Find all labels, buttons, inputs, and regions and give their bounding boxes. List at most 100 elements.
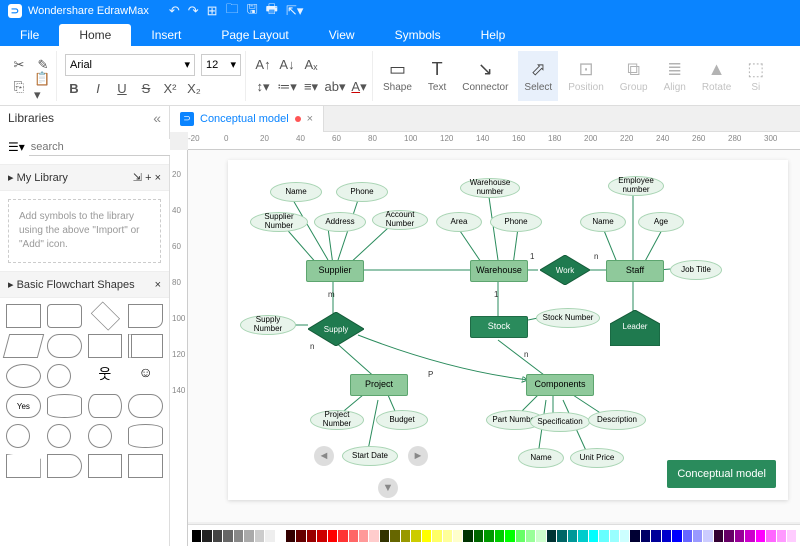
attr-employee-number[interactable]: Employee number: [608, 176, 664, 196]
color-swatch[interactable]: [359, 530, 368, 542]
color-swatch[interactable]: [568, 530, 577, 542]
subscript-icon[interactable]: X₂: [185, 80, 203, 98]
color-swatch[interactable]: [422, 530, 431, 542]
size-button[interactable]: ⬚Si: [741, 51, 770, 101]
attr-phone[interactable]: Phone: [336, 182, 388, 202]
shape-db[interactable]: [128, 424, 163, 448]
color-swatch[interactable]: [693, 530, 702, 542]
attr-specification[interactable]: Specification: [530, 412, 590, 432]
attr-supply-number[interactable]: Supply Number: [240, 315, 296, 335]
shape-term[interactable]: [128, 394, 163, 418]
attr-budget[interactable]: Budget: [376, 410, 428, 430]
color-swatch[interactable]: [651, 530, 660, 542]
tab-view[interactable]: View: [309, 24, 375, 46]
color-swatch[interactable]: [234, 530, 243, 542]
shape-rounded[interactable]: [47, 304, 82, 328]
shape-para[interactable]: [3, 334, 44, 358]
color-swatch[interactable]: [265, 530, 274, 542]
select-button[interactable]: ⬀Select: [518, 51, 558, 101]
flowchart-shapes-section[interactable]: ▸ Basic Flowchart Shapes ×: [0, 271, 169, 298]
tab-symbols[interactable]: Symbols: [375, 24, 461, 46]
increase-font-icon[interactable]: A↑: [254, 56, 272, 74]
color-swatch[interactable]: [495, 530, 504, 542]
color-swatch[interactable]: [411, 530, 420, 542]
color-swatch[interactable]: [599, 530, 608, 542]
color-swatch[interactable]: [296, 530, 305, 542]
color-swatch[interactable]: [369, 530, 378, 542]
color-swatch[interactable]: [255, 530, 264, 542]
rotate-button[interactable]: ▲Rotate: [696, 51, 737, 101]
shape-delay[interactable]: [47, 454, 82, 478]
new-icon[interactable]: ⊞: [207, 3, 218, 19]
shape-rect[interactable]: [6, 304, 41, 328]
color-swatch[interactable]: [443, 530, 452, 542]
color-swatch[interactable]: [610, 530, 619, 542]
font-select[interactable]: Arial▾: [65, 54, 195, 76]
color-swatch[interactable]: [536, 530, 545, 542]
color-swatch[interactable]: [505, 530, 514, 542]
shape-conn[interactable]: [6, 424, 30, 448]
color-swatch[interactable]: [328, 530, 337, 542]
color-swatch[interactable]: [662, 530, 671, 542]
color-swatch[interactable]: [777, 530, 786, 542]
canvas[interactable]: Name Phone Supplier Number Address Accou…: [188, 150, 800, 522]
entity-project[interactable]: Project: [350, 374, 408, 396]
color-swatch[interactable]: [202, 530, 211, 542]
filter-icon[interactable]: ☰▾: [8, 140, 25, 154]
color-swatch[interactable]: [453, 530, 462, 542]
nav-down-icon[interactable]: ▼: [378, 478, 398, 498]
tab-page-layout[interactable]: Page Layout: [201, 24, 308, 46]
color-swatch[interactable]: [474, 530, 483, 542]
color-swatch[interactable]: [244, 530, 253, 542]
color-swatch[interactable]: [620, 530, 629, 542]
add-icon[interactable]: +: [145, 172, 151, 184]
color-swatch[interactable]: [724, 530, 733, 542]
attr-project-number[interactable]: Project Number: [310, 410, 364, 430]
shape-ellipse[interactable]: [6, 364, 41, 388]
tab-home[interactable]: Home: [59, 24, 131, 46]
group-button[interactable]: ⧉Group: [614, 51, 654, 101]
underline-icon[interactable]: U: [113, 80, 131, 98]
nav-next-icon[interactable]: ►: [408, 446, 428, 466]
color-swatch[interactable]: [703, 530, 712, 542]
color-swatch[interactable]: [484, 530, 493, 542]
cut-icon[interactable]: ✂: [10, 56, 28, 74]
color-swatch[interactable]: [714, 530, 723, 542]
attr-account-number[interactable]: Account Number: [372, 210, 428, 230]
tab-file[interactable]: File: [0, 24, 59, 46]
align-button[interactable]: ≣Align: [658, 51, 692, 101]
print-icon[interactable]: 🖶: [266, 0, 278, 22]
shape-cyl2[interactable]: [88, 394, 123, 418]
color-swatch[interactable]: [516, 530, 525, 542]
color-swatch[interactable]: [787, 530, 796, 542]
shape-actor2[interactable]: ☺: [128, 364, 163, 388]
copy-icon[interactable]: ⎘: [10, 78, 28, 96]
bold-icon[interactable]: B: [65, 80, 83, 98]
import-icon[interactable]: ⇲: [133, 172, 142, 184]
collapse-icon[interactable]: «: [153, 110, 161, 126]
color-swatch[interactable]: [390, 530, 399, 542]
color-swatch[interactable]: [401, 530, 410, 542]
color-swatch[interactable]: [756, 530, 765, 542]
entity-stock[interactable]: Stock: [470, 316, 528, 338]
attr-stock-number[interactable]: Stock Number: [536, 308, 600, 328]
color-swatch[interactable]: [557, 530, 566, 542]
color-swatch[interactable]: [192, 530, 201, 542]
entity-staff[interactable]: Staff: [606, 260, 664, 282]
color-swatch[interactable]: [526, 530, 535, 542]
font-size-select[interactable]: 12▾: [201, 54, 241, 76]
color-swatch[interactable]: [223, 530, 232, 542]
save-icon[interactable]: 🖫: [247, 0, 258, 22]
shape-manual[interactable]: [6, 454, 41, 478]
entity-warehouse[interactable]: Warehouse: [470, 260, 528, 282]
shape-doc[interactable]: [128, 304, 163, 328]
attr-name2[interactable]: Name: [580, 212, 626, 232]
color-swatch[interactable]: [338, 530, 347, 542]
shape-sum[interactable]: [88, 424, 112, 448]
number-icon[interactable]: ≡▾: [302, 78, 320, 96]
redo-icon[interactable]: ↷: [188, 3, 199, 19]
shape-circle[interactable]: [47, 364, 71, 388]
text-button[interactable]: TText: [422, 51, 452, 101]
attr-job-title[interactable]: Job Title: [670, 260, 722, 280]
attr-area[interactable]: Area: [436, 212, 482, 232]
